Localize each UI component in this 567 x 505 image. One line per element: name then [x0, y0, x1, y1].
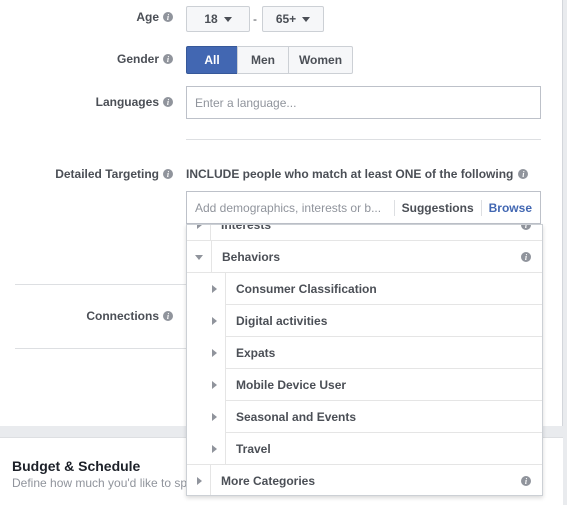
- divider: [15, 348, 186, 349]
- sub-divider: [225, 273, 226, 305]
- gender-women-label: Women: [298, 53, 343, 67]
- category-label: Behaviors: [222, 250, 281, 264]
- divider: [186, 139, 541, 140]
- info-icon[interactable]: i: [163, 169, 173, 179]
- sub-divider: [225, 305, 226, 337]
- chevron-right-icon: [197, 477, 202, 485]
- age-max-value: 65+: [275, 12, 297, 26]
- chevron-right-icon: [212, 285, 217, 293]
- subcategory-label: Expats: [236, 346, 276, 360]
- chevron-right-icon: [212, 317, 217, 325]
- age-max-select[interactable]: 65+: [262, 6, 324, 32]
- include-text: INCLUDE people who match at least ONE of…: [186, 167, 529, 181]
- chevron-down-icon: [302, 16, 311, 22]
- age-label-text: Age: [136, 10, 159, 24]
- budget-title: Budget & Schedule: [12, 458, 141, 474]
- gender-label: Gender i: [117, 52, 173, 66]
- gender-label-text: Gender: [116, 52, 159, 66]
- suggestions-button[interactable]: Suggestions: [402, 201, 474, 215]
- info-icon[interactable]: i: [163, 54, 173, 64]
- detailed-targeting-label: Detailed Targeting i: [55, 167, 173, 181]
- chevron-right-icon: [212, 445, 217, 453]
- browse-button[interactable]: Browse: [489, 201, 532, 215]
- subcategory-item[interactable]: Seasonal and Events: [187, 401, 542, 433]
- info-icon[interactable]: i: [163, 97, 173, 107]
- input-separator: [480, 199, 482, 216]
- category-behaviors[interactable]: Behaviors i: [187, 241, 542, 273]
- subcategory-item[interactable]: Expats: [187, 337, 542, 369]
- chevron-right-icon: [212, 349, 217, 357]
- subcategory-item[interactable]: Consumer Classification: [187, 273, 542, 305]
- subcategory-item[interactable]: Travel: [187, 433, 542, 465]
- gender-all-button[interactable]: All: [186, 46, 238, 74]
- gender-all-label: All: [204, 53, 220, 67]
- languages-label-text: Languages: [95, 95, 159, 109]
- info-icon[interactable]: i: [518, 169, 529, 179]
- subcategory-label: Digital activities: [236, 314, 328, 328]
- gender-men-button[interactable]: Men: [237, 46, 289, 74]
- include-text-label: INCLUDE people who match at least ONE of…: [186, 167, 514, 181]
- age-separator: -: [253, 12, 257, 26]
- connections-label-text: Connections: [86, 309, 159, 323]
- budget-description: Define how much you'd like to sp: [12, 476, 188, 490]
- sub-divider: [211, 241, 212, 273]
- chevron-down-icon: [223, 16, 232, 22]
- category-label: More Categories: [221, 474, 316, 488]
- subcategory-label: Seasonal and Events: [236, 410, 357, 424]
- sub-divider: [225, 369, 226, 401]
- subcategory-item[interactable]: Mobile Device User: [187, 369, 542, 401]
- divider: [15, 284, 186, 285]
- subcategory-label: Travel: [236, 442, 271, 456]
- browse-dropdown[interactable]: Interests i Behaviors i Consumer Classif…: [186, 224, 543, 496]
- detailed-targeting-label-text: Detailed Targeting: [55, 167, 159, 181]
- detailed-targeting-input[interactable]: Add demographics, interests or b... Sugg…: [186, 191, 541, 224]
- gender-men-label: Men: [251, 53, 275, 67]
- sub-divider: [225, 401, 226, 433]
- age-min-select[interactable]: 18: [186, 6, 250, 32]
- info-icon[interactable]: i: [163, 311, 173, 321]
- chevron-down-icon: [195, 254, 203, 260]
- subcategory-label: Mobile Device User: [236, 378, 347, 392]
- category-label: Interests: [221, 224, 272, 232]
- chevron-right-icon: [212, 413, 217, 421]
- age-label: Age i: [136, 10, 173, 24]
- info-icon[interactable]: i: [521, 252, 531, 262]
- sub-divider: [210, 225, 211, 241]
- languages-label: Languages i: [96, 95, 173, 109]
- subcategory-label: Consumer Classification: [236, 282, 377, 296]
- gender-women-button[interactable]: Women: [288, 46, 353, 74]
- sub-divider: [225, 337, 226, 369]
- age-min-value: 18: [204, 12, 218, 26]
- language-input[interactable]: Enter a language...: [186, 86, 541, 119]
- info-icon[interactable]: i: [521, 476, 531, 486]
- sub-divider: [225, 433, 226, 465]
- sub-divider: [210, 465, 211, 495]
- info-icon[interactable]: i: [521, 225, 531, 230]
- detailed-targeting-placeholder: Add demographics, interests or b...: [195, 200, 382, 215]
- chevron-right-icon: [212, 381, 217, 389]
- chevron-right-icon: [197, 225, 202, 229]
- info-icon[interactable]: i: [163, 12, 173, 22]
- connections-label: Connections i: [86, 309, 173, 323]
- category-more[interactable]: More Categories i: [187, 465, 542, 495]
- subcategory-item[interactable]: Digital activities: [187, 305, 542, 337]
- input-separator: [393, 199, 395, 216]
- language-input-placeholder: Enter a language...: [195, 95, 297, 110]
- category-interests[interactable]: Interests i: [187, 224, 542, 241]
